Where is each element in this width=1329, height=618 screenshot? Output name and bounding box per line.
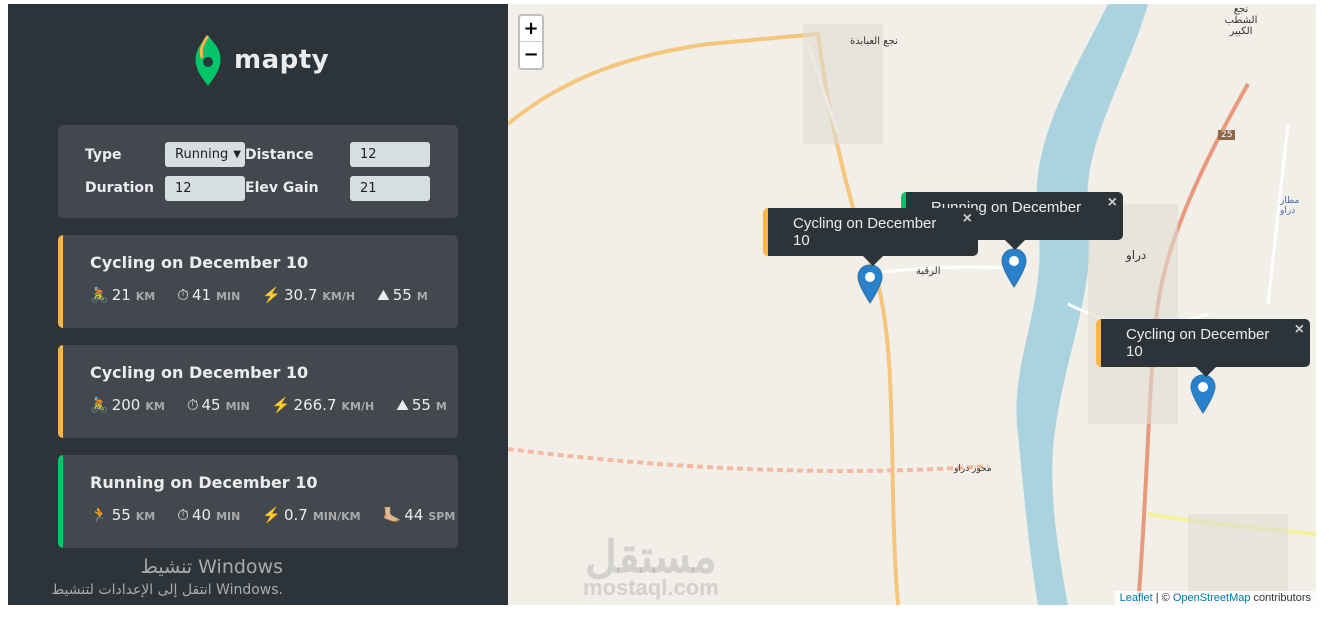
workout-popup[interactable]: Cycling on December 10 ×	[763, 208, 978, 266]
type-select[interactable]: Running ▼	[165, 142, 245, 168]
speed-icon: ⚡️	[262, 286, 281, 304]
stat-value: 21	[111, 286, 131, 304]
stat-duration: ⏱ 45 MIN	[187, 396, 250, 414]
duration-icon: ⏱	[186, 396, 199, 414]
elevation-icon: 🦶🏼	[382, 506, 402, 524]
stat-elevation: ⛰ 55 M	[377, 286, 428, 304]
logo: mapty	[194, 34, 329, 86]
stat-value: 55	[411, 396, 431, 414]
distance-icon: 🚴	[90, 286, 109, 304]
workout-title: Cycling on December 10	[90, 363, 309, 382]
workout-card[interactable]: Running on December 10 🏃 55 KM ⏱ 40 MIN ⚡️ 0.7 MI…	[58, 455, 458, 548]
windows-activation-title: تنشيط Windows	[140, 556, 283, 578]
duration-icon: ⏱	[177, 506, 189, 524]
stat-distance: 🚴 21 KM	[90, 286, 155, 304]
zoom-control: + −	[518, 14, 544, 70]
type-label: Type	[85, 146, 122, 163]
stat-value: 200	[111, 396, 141, 414]
popup-text: Cycling on December 10	[1126, 326, 1270, 360]
road-shield: 25	[1218, 130, 1236, 140]
stat-unit: KM	[135, 510, 156, 523]
close-icon[interactable]: ×	[1108, 194, 1117, 212]
elev-gain-label: Elev Gain	[245, 180, 319, 197]
elevation-icon: ⛰	[396, 396, 409, 414]
stat-value: 30.7	[284, 286, 318, 304]
stat-value: 41	[191, 286, 212, 304]
elev-gain-input[interactable]: 21	[350, 175, 430, 201]
stat-duration: ⏱ 41 MIN	[177, 286, 240, 304]
stat-value: 44	[404, 506, 424, 524]
duration-icon: ⏱	[177, 286, 189, 304]
map[interactable]: نجع العبابدة الرقبة دراو محوز دراو نجع ا…	[508, 4, 1316, 605]
duration-input[interactable]: 12	[165, 175, 245, 201]
stat-unit: SPM	[428, 510, 456, 523]
popup-text: Cycling on December 10	[793, 215, 937, 249]
elevation-icon: ⛰	[377, 286, 390, 304]
workout-card[interactable]: Cycling on December 10 🚴 200 KM ⏱ 45 MIN ⚡️ 266.…	[58, 345, 458, 438]
workout-popup[interactable]: Cycling on December 10 ×	[1096, 319, 1310, 377]
stat-value: 266.7	[293, 396, 337, 414]
zoom-in-button[interactable]: +	[520, 16, 542, 42]
speed-icon: ⚡️	[262, 506, 281, 524]
stat-value: 45	[201, 396, 221, 414]
workout-card[interactable]: Cycling on December 10 🚴 21 KM ⏱ 41 MIN ⚡️ 30.7 K…	[58, 235, 458, 328]
stat-value: 55	[392, 286, 412, 304]
stat-duration: ⏱ 40 MIN	[177, 506, 240, 524]
speed-icon: ⚡️	[271, 396, 291, 414]
map-marker-icon[interactable]	[1001, 248, 1027, 288]
map-label: دراو	[1126, 248, 1147, 262]
workout-title: Cycling on December 10	[90, 253, 309, 272]
map-label: الرقبة	[916, 266, 941, 277]
stat-unit: M	[435, 400, 447, 413]
map-label: مطار دراو	[1280, 196, 1300, 216]
leaflet-link[interactable]: Leaflet	[1120, 592, 1153, 604]
windows-activation-subtitle: انتقل إلى الإعدادات لتنشيط Windows.	[51, 582, 283, 598]
stat-unit: KM	[145, 400, 165, 413]
distance-icon: 🏃	[90, 506, 109, 524]
stat-unit: KM	[135, 290, 156, 303]
zoom-out-button[interactable]: −	[520, 42, 542, 68]
app-name: mapty	[234, 45, 330, 75]
map-label: محوز دراو	[954, 464, 992, 474]
map-marker-icon[interactable]	[857, 264, 883, 304]
stat-value: 55	[111, 506, 131, 524]
stat-unit: MIN	[216, 510, 241, 523]
stat-value: 40	[191, 506, 212, 524]
close-icon[interactable]: ×	[963, 210, 972, 228]
duration-label: Duration	[85, 180, 155, 197]
distance-input[interactable]: 12	[350, 142, 430, 168]
stat-unit: MIN/KM	[312, 510, 361, 523]
distance-icon: 🚴	[90, 396, 109, 414]
map-marker-icon[interactable]	[1190, 374, 1216, 414]
stat-distance: 🏃 55 KM	[90, 506, 155, 524]
workout-form: Type Running ▼ Distance 12 Duration 12 El…	[58, 125, 458, 218]
stat-distance: 🚴 200 KM	[90, 396, 165, 414]
stat-speed: ⚡️ 0.7 MIN/KM	[262, 506, 360, 524]
stat-unit: KM/H	[322, 290, 356, 303]
sidebar: mapty Type Running ▼ Distance 12 Duration…	[8, 4, 508, 605]
stat-speed: ⚡️ 30.7 KM/H	[262, 286, 355, 304]
stat-elevation: 🦶🏼 44 SPM	[383, 506, 456, 524]
type-value: Running	[175, 147, 229, 163]
chevron-down-icon: ▼	[233, 149, 241, 161]
stat-value: 0.7	[284, 506, 308, 524]
osm-link[interactable]: OpenStreetMap	[1173, 592, 1251, 604]
attribution: Leaflet | © OpenStreetMap contributors	[1114, 591, 1316, 605]
map-pin-logo-icon	[195, 35, 221, 86]
stat-unit: MIN	[216, 290, 241, 303]
workout-title: Running on December 10	[90, 473, 318, 492]
distance-label: Distance	[245, 146, 314, 163]
stat-elevation: ⛰ 55 M	[396, 396, 447, 414]
map-label: نجع العبابدة	[850, 36, 898, 47]
map-tiles	[508, 4, 1316, 605]
stat-unit: MIN	[225, 400, 250, 413]
close-icon[interactable]: ×	[1295, 321, 1304, 339]
map-label: نجع الشطب الكبير	[1224, 4, 1258, 37]
stat-speed: ⚡️ 266.7 KM/H	[272, 396, 374, 414]
stat-unit: M	[416, 290, 428, 303]
stat-unit: KM/H	[341, 400, 375, 413]
watermark: مستقل mostaql.com	[583, 533, 719, 600]
